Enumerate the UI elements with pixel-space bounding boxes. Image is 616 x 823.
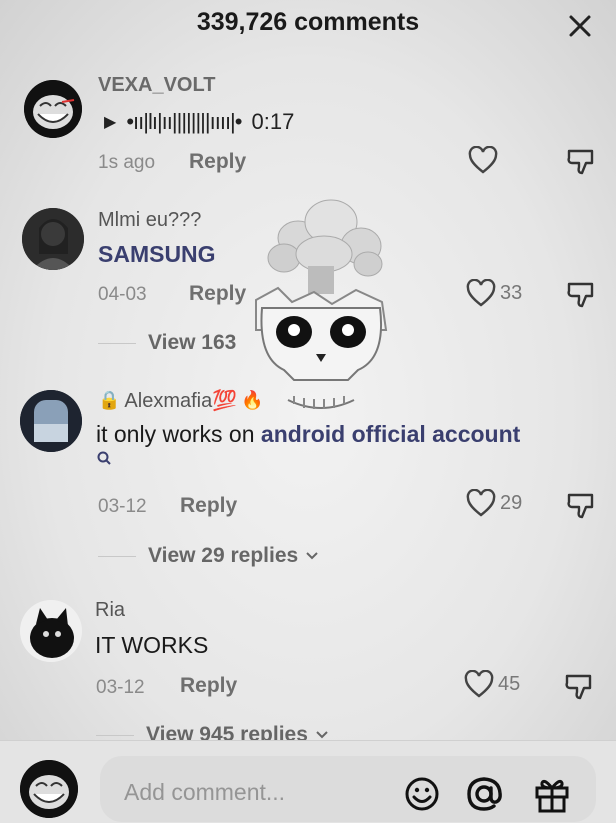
comment-link[interactable]: android official account xyxy=(261,421,520,447)
view-replies-button[interactable]: View 29 replies xyxy=(148,544,320,568)
dislike-icon[interactable] xyxy=(566,280,596,313)
view-replies-label: View 29 replies xyxy=(148,544,299,567)
voice-duration: 0:17 xyxy=(251,109,295,134)
voice-message[interactable]: ▶ •ıı|lı|ıı||||||||ıııı|• 0:17 xyxy=(104,109,294,135)
add-comment-input[interactable] xyxy=(122,773,396,811)
like-count: 45 xyxy=(498,672,521,695)
heart-icon xyxy=(464,670,494,698)
like-button[interactable]: 33 xyxy=(466,279,522,307)
avatar[interactable] xyxy=(20,600,82,662)
comment-username[interactable]: VEXA_VOLT xyxy=(98,74,215,97)
troll-face-icon xyxy=(24,80,82,138)
comment-text: it only works on android official accoun… xyxy=(96,421,520,448)
comment-username[interactable]: Mlmi eu??? xyxy=(98,209,201,232)
reply-button[interactable]: Reply xyxy=(189,150,246,174)
dislike-icon[interactable] xyxy=(566,147,596,180)
dislike-icon[interactable] xyxy=(566,491,596,524)
like-count: 29 xyxy=(500,491,523,514)
cat-photo-icon xyxy=(20,600,82,662)
comment-time: 1s ago xyxy=(98,152,156,173)
close-icon[interactable] xyxy=(566,12,594,40)
comment-username: Alexmafia💯 xyxy=(124,390,238,412)
avatar[interactable] xyxy=(24,80,82,138)
reply-button[interactable]: Reply xyxy=(180,494,237,518)
play-triangle-icon[interactable]: ▶ xyxy=(104,112,116,132)
lock-icon: 🔒 xyxy=(98,390,121,410)
avatar[interactable] xyxy=(22,208,84,270)
comment-text: IT WORKS xyxy=(95,632,209,658)
waveform: •ıı|lı|ıı||||||||ıııı|• xyxy=(126,109,242,134)
like-button[interactable]: 45 xyxy=(464,670,520,698)
view-replies-line xyxy=(96,735,134,736)
comment-username[interactable]: Ria xyxy=(95,599,125,622)
heart-icon xyxy=(466,489,496,517)
view-replies-line xyxy=(98,343,136,344)
avatar[interactable] xyxy=(20,760,78,818)
airplane-window-icon xyxy=(20,390,82,452)
chevron-down-icon xyxy=(306,552,318,560)
view-replies-button[interactable]: View 163 xyxy=(148,331,236,355)
mention-icon[interactable] xyxy=(464,774,504,819)
heart-icon xyxy=(468,146,498,174)
reply-button[interactable]: Reply xyxy=(180,674,237,698)
like-button[interactable] xyxy=(468,146,498,174)
comment-time: 03-12 xyxy=(98,496,147,517)
comment-text-prefix: it only works on xyxy=(96,421,261,447)
profile-photo-icon xyxy=(22,208,84,270)
view-replies-line xyxy=(98,556,136,557)
comment-time: 03-12 xyxy=(96,677,145,698)
emoji-icon[interactable] xyxy=(404,776,440,817)
search-icon[interactable] xyxy=(97,451,111,470)
view-replies-label: View 163 xyxy=(148,331,237,354)
skull-sticker xyxy=(236,190,406,420)
comment-time: 04-03 xyxy=(98,284,147,305)
exploding-skull-icon xyxy=(255,199,388,409)
avatar[interactable] xyxy=(20,390,82,452)
troll-face-icon xyxy=(20,760,78,818)
comment-text: SAMSUNG xyxy=(98,241,216,267)
like-button[interactable]: 29 xyxy=(466,489,522,517)
close-icon-svg xyxy=(569,15,591,37)
dislike-icon[interactable] xyxy=(564,672,594,705)
like-count: 33 xyxy=(500,281,523,304)
heart-icon xyxy=(466,279,496,307)
comments-count-title: 339,726 comments xyxy=(196,8,420,36)
gift-icon[interactable] xyxy=(532,774,572,819)
